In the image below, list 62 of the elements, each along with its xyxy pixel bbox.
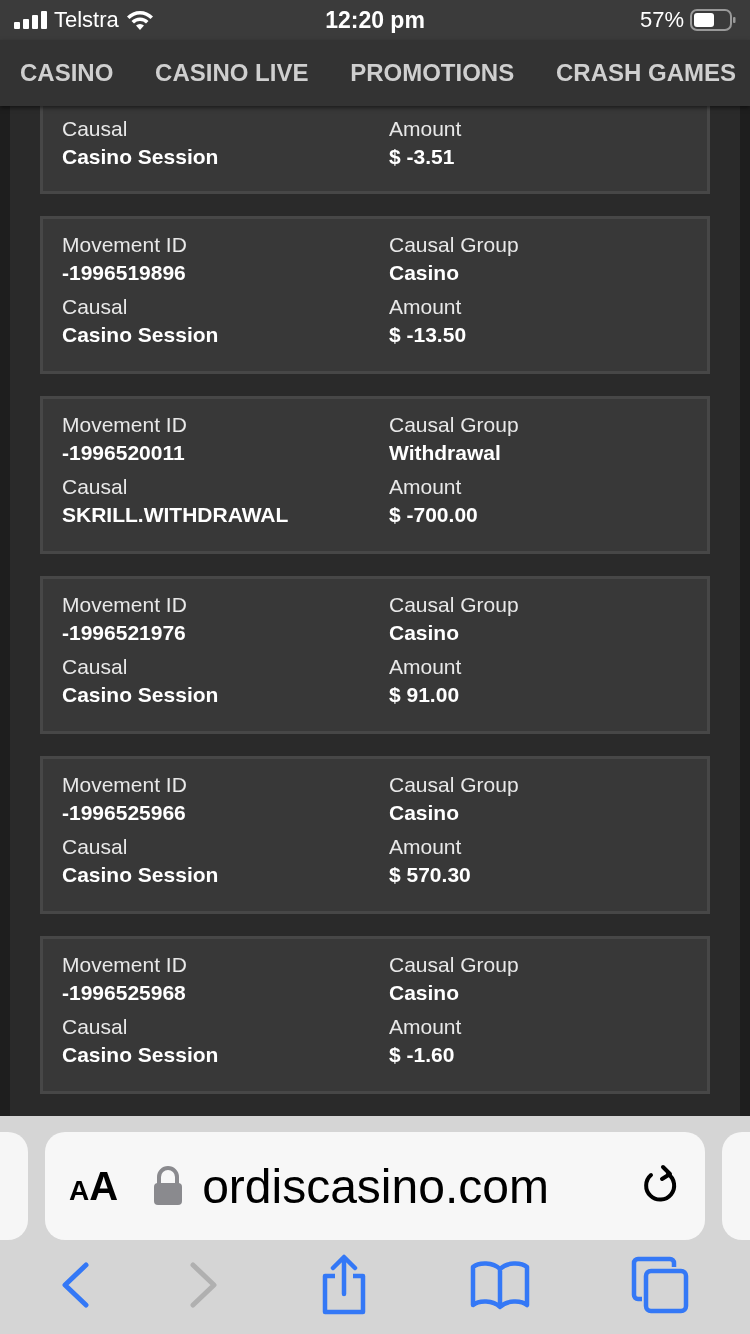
field-value: $ -13.50 <box>389 323 468 347</box>
tabs-icon[interactable] <box>630 1255 691 1315</box>
field-label: Movement ID <box>62 593 188 617</box>
field-value: -1996519896 <box>62 261 187 285</box>
field-value: $ -1.60 <box>389 1043 456 1067</box>
field-label: Amount <box>389 475 463 499</box>
field-value: Casino <box>389 801 460 825</box>
field-value: Casino Session <box>62 145 220 169</box>
field-label: Movement ID <box>62 413 188 437</box>
field-value: -1996520011 <box>62 441 186 465</box>
field-label: Causal Group <box>389 953 520 977</box>
nav-tab[interactable]: CASINO <box>20 59 114 87</box>
address-bar[interactable]: AA ordiscasino.com <box>45 1132 705 1240</box>
carrier-name: Telstra <box>54 7 119 33</box>
nav-tab[interactable]: PROMOTIONS <box>350 59 515 87</box>
field-value: $ 570.30 <box>389 863 472 887</box>
field-label: Amount <box>389 295 463 319</box>
forward-icon[interactable] <box>189 1261 220 1309</box>
field-value: Withdrawal <box>389 441 502 465</box>
field-value: Casino Session <box>62 863 220 887</box>
field-label: Causal <box>62 655 129 679</box>
clock-time: 12:20 pm <box>325 6 425 34</box>
field-label: Movement ID <box>62 773 188 797</box>
field-label: Causal Group <box>389 593 520 617</box>
text-size-button[interactable]: AA <box>69 1163 119 1209</box>
back-icon[interactable] <box>59 1261 90 1309</box>
field-label: Causal Group <box>389 413 520 437</box>
field-label: Causal <box>62 1015 129 1039</box>
field-label: Causal <box>62 835 129 859</box>
lock-icon <box>152 1166 185 1206</box>
field-value: Casino <box>389 261 460 285</box>
field-label: Causal <box>62 117 129 141</box>
nav-tab[interactable]: CRASH GAMES <box>555 59 736 87</box>
field-value: $ -3.51 <box>389 145 456 169</box>
field-label: Causal Group <box>389 773 520 797</box>
field-label: Amount <box>389 655 463 679</box>
field-value: -1996525968 <box>62 981 187 1005</box>
field-label: Causal <box>62 475 129 499</box>
bookmarks-icon[interactable] <box>468 1259 531 1311</box>
field-label: Amount <box>389 117 463 141</box>
url-text: ordiscasino.com <box>202 1158 550 1214</box>
wifi-icon <box>124 9 155 31</box>
field-value: SKRILL.WITHDRAWAL <box>62 503 290 527</box>
field-value: Casino <box>389 621 460 645</box>
field-label: Amount <box>389 835 463 859</box>
field-label: Amount <box>389 1015 463 1039</box>
field-value: Casino Session <box>62 1043 220 1067</box>
field-label: Movement ID <box>62 233 188 257</box>
field-label: Movement ID <box>62 953 188 977</box>
field-label: Causal Group <box>389 233 520 257</box>
field-label: Causal <box>62 295 129 319</box>
battery-icon <box>690 9 736 31</box>
battery-percentage: 57% <box>639 7 684 33</box>
field-value: $ 91.00 <box>389 683 461 707</box>
field-value: -1996525966 <box>62 801 187 825</box>
field-value: $ -700.00 <box>389 503 479 527</box>
nav-tab[interactable]: CASINO LIVE <box>155 59 309 87</box>
field-value: Casino Session <box>62 323 220 347</box>
field-value: Casino <box>389 981 460 1005</box>
field-value: Casino Session <box>62 683 220 707</box>
signal-icon <box>14 11 48 29</box>
field-value: -1996521976 <box>62 621 187 645</box>
